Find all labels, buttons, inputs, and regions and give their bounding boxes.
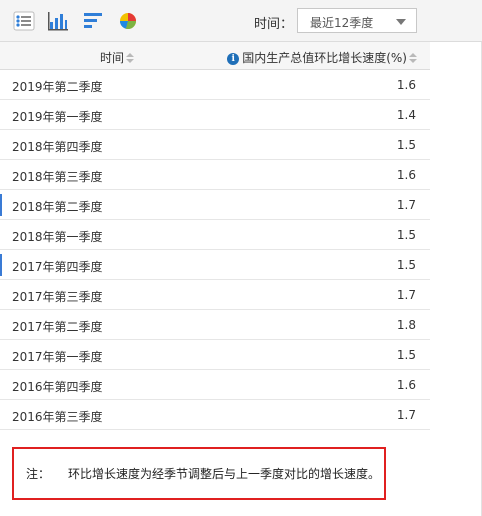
table-row: 2018年第三季度 1.6 (0, 160, 430, 190)
cell-value: 1.6 (396, 378, 416, 392)
chevron-down-icon (396, 19, 406, 25)
sort-icon (126, 52, 135, 65)
bar-chart-icon[interactable] (47, 10, 69, 32)
period-select[interactable]: 最近12季度 (297, 8, 417, 33)
table-header: 时间 i 国内生产总值环比增长速度(%) (0, 42, 430, 70)
pie-chart-icon[interactable] (117, 10, 139, 32)
toolbar: 时间： 最近12季度 (0, 0, 482, 42)
table-row: 2018年第一季度 1.5 (0, 220, 430, 250)
cell-value: 1.5 (396, 348, 416, 362)
cell-value: 1.4 (396, 108, 416, 122)
column-header-time[interactable]: 时间 (100, 49, 135, 66)
table-row: 2016年第三季度 1.7 (0, 400, 430, 430)
cell-time: 2018年第四季度 (12, 140, 103, 154)
horizontal-bar-icon[interactable] (82, 10, 104, 32)
table-row: 2017年第四季度 1.5 (0, 250, 430, 280)
table-row: 2017年第二季度 1.8 (0, 310, 430, 340)
cell-time: 2019年第二季度 (12, 80, 103, 94)
cell-value: 1.5 (396, 138, 416, 152)
time-label: 时间： (254, 17, 294, 32)
cell-time: 2016年第三季度 (12, 410, 103, 424)
cell-value: 1.7 (396, 198, 416, 212)
list-icon[interactable] (13, 10, 35, 32)
sort-icon (409, 52, 417, 65)
cell-value: 1.8 (396, 318, 416, 332)
column-header-gdp-growth[interactable]: i 国内生产总值环比增长速度(%) (227, 49, 417, 66)
info-icon[interactable]: i (227, 52, 240, 65)
cell-value: 1.5 (396, 258, 416, 272)
table-row: 2019年第二季度 1.6 (0, 70, 430, 100)
table-row: 2017年第三季度 1.7 (0, 280, 430, 310)
footnote-text: 环比增长速度为经季节调整后与上一季度对比的增长速度。 (68, 467, 381, 481)
column-header-gdp-growth-label: 国内生产总值环比增长速度(%) (242, 51, 407, 65)
cell-time: 2017年第二季度 (12, 320, 103, 334)
cell-value: 1.6 (396, 78, 416, 92)
table-row: 2017年第一季度 1.5 (0, 340, 430, 370)
cell-value: 1.6 (396, 168, 416, 182)
cell-time: 2017年第四季度 (12, 260, 103, 274)
column-header-time-label: 时间 (100, 51, 125, 65)
cell-value: 1.7 (396, 408, 416, 422)
cell-time: 2016年第四季度 (12, 380, 103, 394)
cell-time: 2017年第一季度 (12, 350, 103, 364)
cell-time: 2018年第三季度 (12, 170, 103, 184)
table-row: 2019年第一季度 1.4 (0, 100, 430, 130)
cell-time: 2018年第一季度 (12, 230, 103, 244)
cell-time: 2017年第三季度 (12, 290, 103, 304)
table-row: 2018年第四季度 1.5 (0, 130, 430, 160)
cell-value: 1.7 (396, 288, 416, 302)
cell-time: 2018年第二季度 (12, 200, 103, 214)
footnote-label: 注： (26, 467, 51, 481)
footnote-box: 注： 环比增长速度为经季节调整后与上一季度对比的增长速度。 (12, 447, 386, 500)
period-select-value: 最近12季度 (310, 16, 374, 30)
table-row: 2018年第二季度 1.7 (0, 190, 430, 220)
table-body: 2019年第二季度 1.6 2019年第一季度 1.4 2018年第四季度 1.5 2… (0, 70, 430, 430)
table-row: 2016年第四季度 1.6 (0, 370, 430, 400)
cell-time: 2019年第一季度 (12, 110, 103, 124)
cell-value: 1.5 (396, 228, 416, 242)
